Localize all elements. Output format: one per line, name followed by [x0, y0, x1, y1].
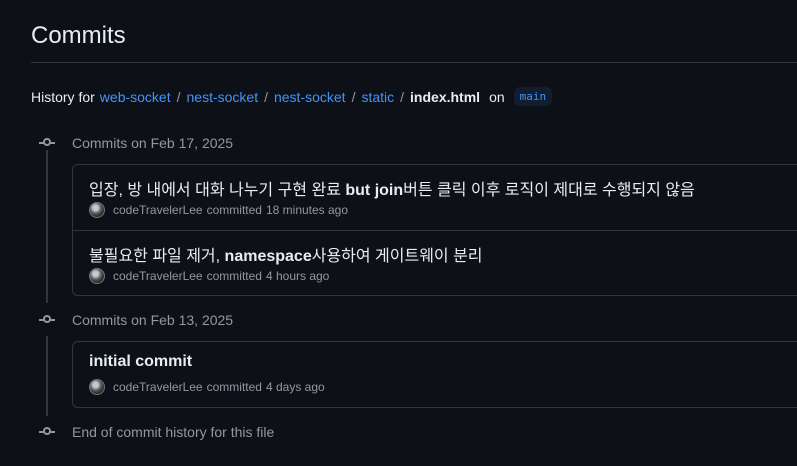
commit-time: 4 hours ago — [265, 269, 330, 283]
breadcrumb: History for web-socket / nest-socket / n… — [31, 87, 553, 106]
commit-meta: codeTravelerLee committed 18 minutes ago — [89, 202, 348, 218]
commit-meta: codeTravelerLee committed 4 days ago — [89, 379, 325, 395]
commit-message-bold: initial commit — [89, 353, 193, 370]
commit-message-text: 버튼 클릭 이후 로직이 제대로 수행되지 않음 — [403, 182, 695, 199]
commit-list: 입장, 방 내에서 대화 나누기 구현 완료 but join버튼 클릭 이후 … — [72, 164, 797, 296]
title-divider — [31, 62, 797, 63]
timeline-line — [46, 150, 48, 303]
git-commit-icon — [39, 427, 55, 437]
commit-author[interactable]: codeTravelerLee — [113, 380, 203, 394]
end-of-history: End of commit history for this file — [72, 424, 275, 440]
commit-message[interactable]: 불필요한 파일 제거, namespace사용하여 게이트웨이 분리 — [89, 242, 483, 266]
avatar[interactable] — [89, 202, 105, 218]
commit-message-text: 불필요한 파일 제거, — [89, 248, 225, 265]
history-on: on — [489, 88, 505, 105]
breadcrumb-file: index.html — [410, 88, 481, 105]
breadcrumb-separator: / — [400, 88, 405, 105]
breadcrumb-separator: / — [176, 88, 181, 105]
commit-action: committed — [206, 269, 262, 283]
commit-author[interactable]: codeTravelerLee — [113, 203, 203, 217]
git-commit-icon — [39, 138, 55, 148]
commit-row: 불필요한 파일 제거, namespace사용하여 게이트웨이 분리 codeT… — [73, 230, 797, 295]
commit-message-bold: but join — [345, 182, 404, 199]
commit-meta: codeTravelerLee committed 4 hours ago — [89, 268, 329, 284]
commit-list: initial commit codeTravelerLee committed… — [72, 341, 797, 408]
commit-row: 입장, 방 내에서 대화 나누기 구현 완료 but join버튼 클릭 이후 … — [73, 165, 797, 230]
commit-message-text: 입장, 방 내에서 대화 나누기 구현 완료 — [89, 182, 346, 199]
commit-author[interactable]: codeTravelerLee — [113, 269, 203, 283]
breadcrumb-link-web-socket[interactable]: web-socket — [100, 89, 171, 105]
avatar[interactable] — [89, 268, 105, 284]
page-title: Commits — [31, 22, 126, 49]
timeline-line — [46, 336, 48, 416]
branch-badge[interactable]: main — [513, 87, 553, 106]
breadcrumb-link-nest-socket[interactable]: nest-socket — [187, 89, 259, 105]
commit-message-bold: namespace — [224, 248, 312, 265]
commit-message-text: 사용하여 게이트웨이 분리 — [311, 248, 483, 265]
commit-message[interactable]: 입장, 방 내에서 대화 나누기 구현 완료 but join버튼 클릭 이후 … — [89, 176, 695, 200]
commit-action: committed — [206, 203, 262, 217]
git-commit-icon — [39, 315, 55, 325]
commit-group-label: Commits on Feb 13, 2025 — [72, 312, 234, 328]
commit-action: committed — [206, 380, 262, 394]
breadcrumb-separator: / — [351, 88, 356, 105]
breadcrumb-separator: / — [264, 88, 268, 105]
commit-time: 18 minutes ago — [265, 203, 349, 217]
commit-message[interactable]: initial commit — [89, 353, 192, 371]
commit-time: 4 days ago — [265, 380, 325, 394]
history-prefix: History for — [31, 88, 95, 105]
commits-page: Commits History for web-socket / nest-so… — [0, 0, 797, 466]
commit-group-label: Commits on Feb 17, 2025 — [72, 135, 234, 151]
breadcrumb-link-nest-socket-2[interactable]: nest-socket — [274, 89, 346, 105]
avatar[interactable] — [89, 379, 105, 395]
commit-row: initial commit codeTravelerLee committed… — [73, 342, 797, 407]
breadcrumb-link-static[interactable]: static — [361, 89, 394, 105]
